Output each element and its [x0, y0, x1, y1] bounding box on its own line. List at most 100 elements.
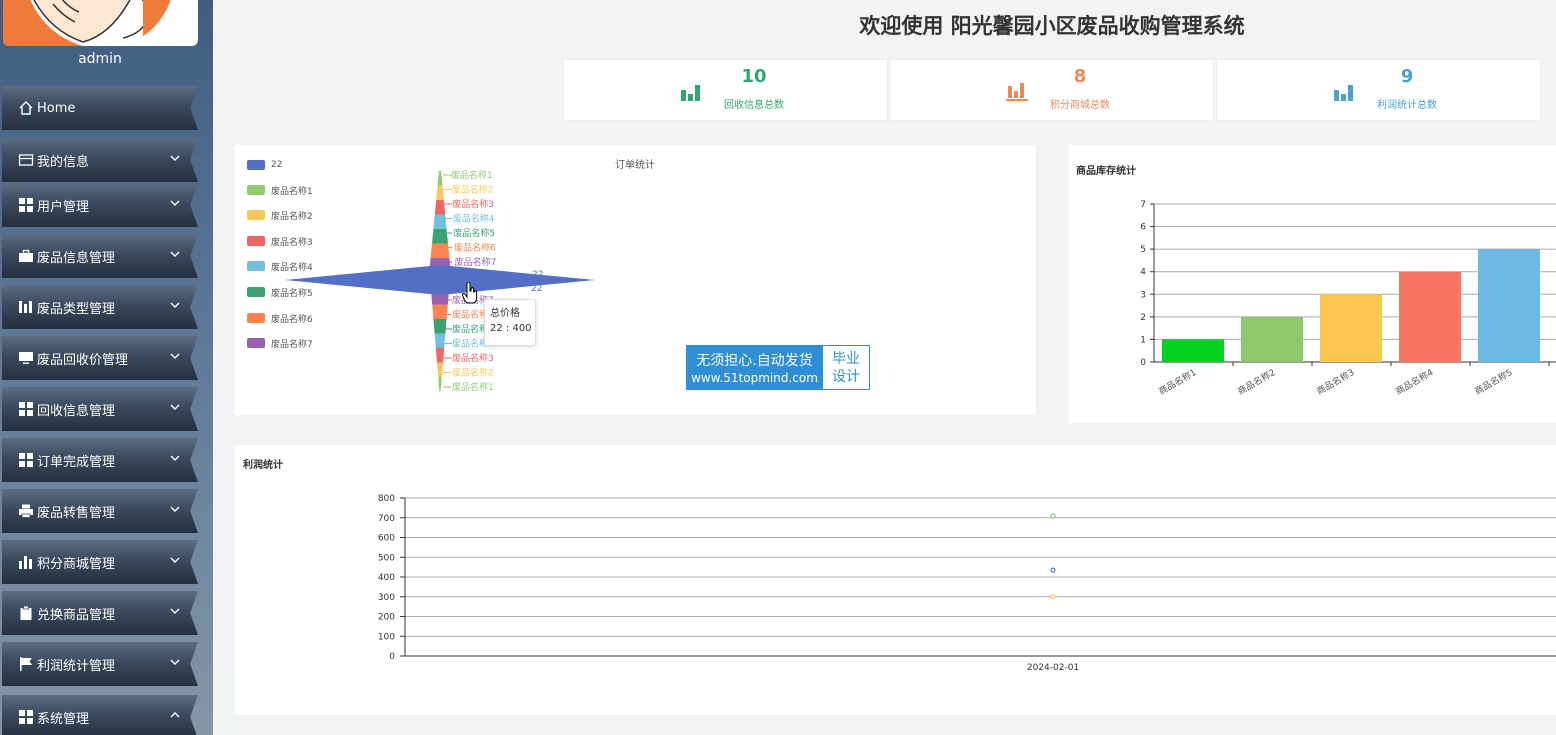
y-tick-label: 700: [378, 514, 395, 524]
y-tick-label: 400: [378, 573, 395, 583]
bar: [1478, 249, 1540, 362]
x-tick-label: 商品名称4: [1393, 366, 1435, 397]
order-chart-svg: 废品名称1废品名称2废品名称3废品名称4废品名称5废品名称6废品名称7废品名称7…: [285, 169, 595, 393]
y-tick-label: 3: [1140, 290, 1146, 300]
chevron-down-icon[interactable]: [168, 451, 182, 465]
grid-icon: [18, 401, 34, 417]
chevron-up-icon[interactable]: [168, 708, 182, 722]
watermark-line2: www.51topmind.com: [691, 371, 818, 385]
sidebar-item-label: 订单完成管理: [37, 454, 116, 470]
sidebar-item-label: 废品回收价管理: [37, 352, 129, 368]
data-point: [1050, 594, 1056, 600]
y-tick-label: 7: [1140, 200, 1146, 210]
chevron-down-icon[interactable]: [168, 604, 182, 618]
funnel-slice: [438, 377, 442, 392]
bar-chart-icon: [681, 85, 700, 101]
sidebar-item-4[interactable]: 废品信息管理: [2, 234, 198, 278]
profit-scatter-chart: 0 100 200 300 400 500 600 700 800 2024-02-01: [378, 494, 1556, 673]
stat-label: 利润统计总数: [1377, 100, 1437, 111]
chevron-down-icon[interactable]: [168, 349, 182, 363]
stat-value: 10: [741, 66, 767, 87]
funnel-label: 废品名称4: [453, 213, 495, 225]
sidebar-item-8[interactable]: 订单完成管理: [2, 438, 198, 482]
x-tick-label: 2024-02-01: [1027, 663, 1079, 673]
sidebar-item-10[interactable]: 积分商城管理: [2, 540, 198, 584]
y-tick-label: 0: [389, 652, 395, 662]
clipboard-icon: [18, 605, 34, 621]
y-tick-label: 200: [378, 613, 395, 623]
funnel-label: 废品名称1: [452, 381, 494, 393]
chevron-down-icon[interactable]: [168, 400, 182, 414]
funnel-series-label: 22: [531, 284, 542, 294]
x-tick-label: 商品名称3: [1314, 366, 1356, 397]
sidebar-item-6[interactable]: 废品回收价管理: [2, 336, 198, 380]
bar: [1241, 316, 1303, 362]
sidebar-item-9[interactable]: 废品转售管理: [2, 489, 198, 533]
sidebar: admin Home 我的信息 用户管理 废品信息管理 废品类型管理 废品回收价管理 回收信…: [0, 0, 213, 735]
y-tick-label: 300: [378, 593, 395, 603]
y-tick-label: 500: [378, 553, 395, 563]
bar: [1320, 294, 1382, 362]
bar-chart-icon: [18, 554, 34, 570]
funnel-label: 废品名称7: [455, 256, 497, 268]
watermark-banner[interactable]: 无须担心.自动发货 www.51topmind.com 毕业 设计: [686, 345, 870, 390]
chevron-down-icon[interactable]: [168, 298, 182, 312]
sidebar-item-label: 废品类型管理: [37, 301, 116, 317]
grid-icon: [18, 709, 34, 725]
watermark-line1: 无须担心.自动发货: [696, 353, 813, 369]
hand-cursor-icon: [462, 282, 478, 304]
chevron-down-icon[interactable]: [168, 502, 182, 516]
x-tick-label: 商品名称5: [1472, 366, 1514, 397]
sidebar-item-3[interactable]: 用户管理: [2, 183, 198, 227]
y-tick-label: 4: [1140, 268, 1146, 278]
sidebar-item-7[interactable]: 回收信息管理: [2, 387, 198, 431]
flag-icon: [18, 656, 34, 672]
sidebar-item-5[interactable]: 废品类型管理: [2, 285, 198, 329]
y-tick-label: 1: [1140, 335, 1146, 345]
card-icon: [18, 152, 34, 168]
sidebar-item-label: 回收信息管理: [37, 403, 116, 419]
y-tick-label: 600: [378, 534, 395, 544]
chevron-down-icon[interactable]: [168, 247, 182, 261]
watermark-side2: 设计: [832, 369, 860, 385]
funnel-slice: [435, 348, 445, 363]
stat-label: 回收信息总数: [724, 100, 784, 111]
y-tick-label: 0: [1140, 358, 1146, 368]
bar-chart-icon: [1334, 85, 1353, 101]
stat-card-mall: 8 积分商城总数: [889, 59, 1214, 121]
sidebar-item-1[interactable]: Home: [2, 86, 198, 130]
sidebar-item-12[interactable]: 利润统计管理: [2, 642, 198, 686]
avatar[interactable]: [3, 0, 198, 46]
funnel-slice: [437, 171, 443, 186]
funnel-label: 废品名称3: [452, 352, 494, 364]
y-tick-label: 2: [1140, 313, 1146, 323]
y-tick-label: 5: [1140, 245, 1146, 255]
funnel-slice: [434, 200, 446, 215]
sidebar-item-2[interactable]: 我的信息: [2, 138, 198, 182]
chevron-down-icon[interactable]: [168, 655, 182, 669]
chevron-down-icon[interactable]: [168, 196, 182, 210]
funnel-label: 废品名称5: [453, 227, 495, 239]
funnel-slice: [434, 333, 446, 348]
stock-bar-chart: 01234567商品名称1商品名称2商品名称3商品名称4商品名称5商: [1140, 200, 1556, 397]
grid-icon: [18, 197, 34, 213]
stat-value: 8: [1073, 66, 1087, 87]
data-point: [1050, 567, 1056, 573]
funnel-slice: [436, 185, 444, 200]
sidebar-item-label: 积分商城管理: [37, 556, 116, 572]
sidebar-item-13[interactable]: 系统管理: [2, 695, 198, 735]
x-tick-label: 商品名称2: [1235, 366, 1277, 397]
watermark-side1: 毕业: [832, 351, 860, 367]
sidebar-item-11[interactable]: 兑换商品管理: [2, 591, 198, 635]
stat-card-recycle: 10 回收信息总数: [563, 59, 888, 121]
funnel-series-label: 22: [532, 270, 543, 280]
sidebar-item-label: 利润统计管理: [37, 658, 116, 674]
stat-value: 9: [1400, 66, 1414, 87]
grid-icon: [18, 452, 34, 468]
funnel-label: 废品名称1: [451, 169, 493, 181]
chevron-down-icon[interactable]: [168, 553, 182, 567]
tooltip-title: 总价格: [490, 308, 520, 319]
bar: [1399, 271, 1461, 362]
chevron-down-icon[interactable]: [168, 151, 182, 165]
sidebar-item-label: 兑换商品管理: [37, 607, 116, 623]
